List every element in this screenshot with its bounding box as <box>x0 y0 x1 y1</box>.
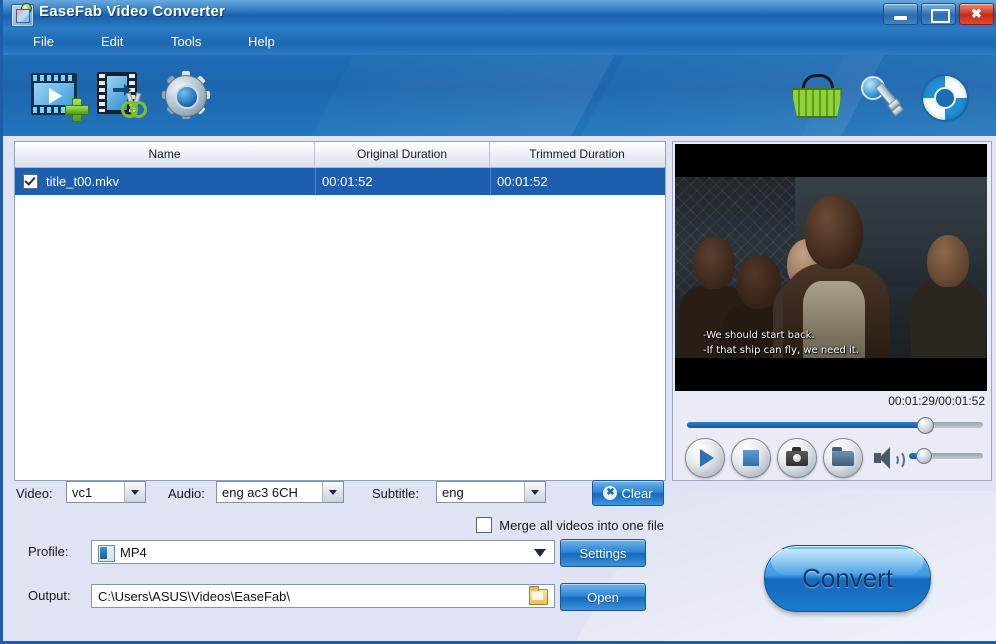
open-button-label: Open <box>587 589 619 605</box>
lifebuoy-icon <box>921 74 969 122</box>
file-list-header: Name Original Duration Trimmed Duration <box>15 142 665 168</box>
plus-icon <box>65 98 89 122</box>
merge-row: Merge all videos into one file <box>14 514 664 536</box>
edit-video-button[interactable] <box>93 70 149 126</box>
seek-slider[interactable] <box>687 417 983 434</box>
minimize-button[interactable] <box>883 3 918 25</box>
subtitle-select[interactable]: eng <box>436 481 546 503</box>
playback-time: 00:01:29/00:01:52 <box>888 394 985 408</box>
circle-x-icon: ✖ <box>603 486 618 500</box>
merge-checkbox[interactable] <box>476 517 493 533</box>
buy-button[interactable] <box>789 70 845 126</box>
gear-icon <box>162 71 210 119</box>
file-list-body: title_t00.mkv 00:01:52 00:01:52 <box>15 168 665 479</box>
close-icon: ✖ <box>971 6 982 21</box>
play-icon <box>700 449 714 467</box>
output-path-input[interactable]: C:\Users\ASUS\Videos\EaseFab\ <box>91 584 555 608</box>
volume-handle[interactable] <box>916 448 933 464</box>
seek-fill <box>687 422 924 428</box>
preview-panel: -We should start back. -If that ship can… <box>672 141 992 481</box>
subtitle-line-1: -We should start back. <box>703 330 815 341</box>
app-window: EaseFab Video Converter ✖ File Edit Tool… <box>0 0 996 644</box>
snapshot-button[interactable] <box>777 438 817 478</box>
open-button[interactable]: Open <box>560 583 646 611</box>
menu-item-file[interactable]: File <box>23 29 64 55</box>
maximize-button[interactable] <box>921 3 956 25</box>
volume-slider[interactable] <box>909 448 983 464</box>
play-button[interactable] <box>685 438 725 478</box>
menu-item-edit[interactable]: Edit <box>91 29 133 55</box>
audio-select[interactable]: eng ac3 6CH <box>216 481 344 503</box>
subtitle-label: Subtitle: <box>372 486 419 501</box>
chevron-down-icon[interactable] <box>124 482 145 502</box>
stream-selector-row: Video: vc1 Audio: eng ac3 6CH Subtitle: … <box>14 480 664 509</box>
video-select[interactable]: vc1 <box>66 481 146 503</box>
menu-item-help[interactable]: Help <box>238 29 285 55</box>
shopping-basket-icon <box>791 74 843 118</box>
audio-label: Audio: <box>168 486 205 501</box>
title-bar: EaseFab Video Converter ✖ <box>3 0 996 30</box>
column-header-trimmed-duration[interactable]: Trimmed Duration <box>490 142 664 167</box>
table-row[interactable]: title_t00.mkv 00:01:52 00:01:52 <box>15 168 665 195</box>
settings-toolbar-button[interactable] <box>158 70 214 126</box>
clear-button[interactable]: ✖ Clear <box>592 480 664 506</box>
menu-item-tools[interactable]: Tools <box>161 29 211 55</box>
cell-original-duration: 00:01:52 <box>315 168 490 195</box>
toolbar <box>3 55 996 136</box>
row-checkbox[interactable] <box>23 174 38 189</box>
mp4-file-icon <box>98 545 115 562</box>
menu-bar: File Edit Tools Help <box>3 29 996 56</box>
convert-button-label: Convert <box>801 563 894 593</box>
settings-button[interactable]: Settings <box>560 539 646 567</box>
stop-button[interactable] <box>731 438 771 478</box>
column-header-name[interactable]: Name <box>15 142 315 167</box>
settings-button-label: Settings <box>579 545 627 561</box>
chevron-down-icon[interactable] <box>322 482 343 502</box>
profile-label: Profile: <box>28 544 69 559</box>
video-label: Video: <box>16 486 53 501</box>
merge-label: Merge all videos into one file <box>499 517 664 533</box>
file-list-panel: Name Original Duration Trimmed Duration … <box>14 141 666 481</box>
output-path-value: C:\Users\ASUS\Videos\EaseFab\ <box>98 588 290 604</box>
window-controls: ✖ <box>883 3 994 25</box>
seek-handle[interactable] <box>916 417 934 434</box>
file-name-text: title_t00.mkv <box>46 174 119 189</box>
camera-icon <box>786 447 808 466</box>
profile-select[interactable]: MP4 <box>91 540 555 564</box>
audio-select-value: eng ac3 6CH <box>222 484 298 500</box>
subtitle-line-2: -If that ship can fly, we need it. <box>703 345 859 356</box>
support-button[interactable] <box>917 70 973 126</box>
column-header-original-duration[interactable]: Original Duration <box>315 142 490 167</box>
key-icon <box>861 74 904 117</box>
subtitle-select-value: eng <box>442 484 464 500</box>
speaker-icon[interactable] <box>874 447 905 470</box>
film-scissors-icon <box>93 70 149 118</box>
scissors-icon <box>121 92 147 118</box>
output-label: Output: <box>28 588 71 603</box>
window-title: EaseFab Video Converter <box>39 3 226 20</box>
clear-button-label: Clear <box>621 485 653 501</box>
close-button[interactable]: ✖ <box>959 3 994 25</box>
chevron-down-icon[interactable] <box>524 482 545 502</box>
video-select-value: vc1 <box>72 484 93 500</box>
add-video-icon <box>29 70 89 122</box>
cell-name: title_t00.mkv <box>15 168 315 195</box>
open-folder-button[interactable] <box>823 438 863 478</box>
video-preview[interactable]: -We should start back. -If that ship can… <box>675 144 987 391</box>
register-button[interactable] <box>853 70 909 126</box>
stop-icon <box>743 450 759 466</box>
convert-button[interactable]: Convert <box>764 545 931 612</box>
cell-trimmed-duration: 00:01:52 <box>490 168 664 195</box>
folder-browse-icon[interactable] <box>529 586 548 605</box>
add-video-button[interactable] <box>29 70 89 126</box>
chevron-down-icon[interactable] <box>529 544 551 562</box>
folder-icon <box>832 447 854 466</box>
app-logo-icon <box>11 3 34 27</box>
